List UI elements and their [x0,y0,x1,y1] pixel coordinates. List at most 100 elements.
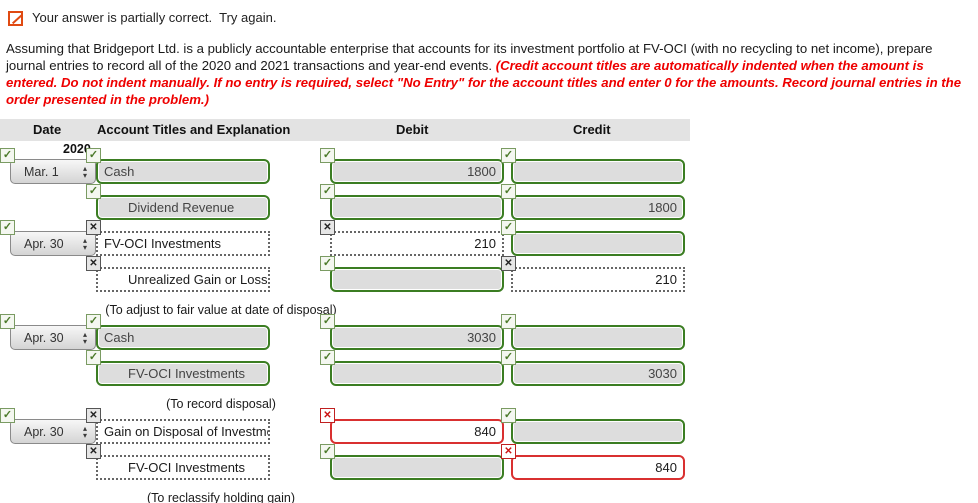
journal-entry-0: ✓ Mar. 1 ▴ ▾ ✓ Cash ✓ 1800 ✓ ✓ Dividend Revenue ✓ ✓ 1… [0,148,978,231]
debit-amount-input-2-0[interactable]: ✓ 3030 [320,314,504,350]
journal-line: ✕ Unrealized Gain or Loss ✓ ✕ 210 [0,256,978,303]
account-title-input-1-0[interactable]: ✕ FV-OCI Investments [86,220,270,256]
incorrect-cross-icon: ✕ [501,444,516,459]
account-title-input-3-0-value: Gain on Disposal of Investment [104,424,268,439]
debit-amount-input-0-0[interactable]: ✓ 1800 [320,148,504,184]
date-select-1[interactable]: ✓ Apr. 30 ▴ ▾ [0,220,96,256]
journal-line: ✓ Apr. 30 ▴ ▾ ✕ Gain on Disposal of Investmen… [0,408,978,455]
account-title-input-0-0[interactable]: ✓ Cash [86,148,270,184]
chevron-updown-icon[interactable]: ▴ ▾ [83,236,87,251]
correct-check-icon: ✓ [320,314,335,329]
journal-entry-1: ✓ Apr. 30 ▴ ▾ ✕ FV-OCI Investments ✕ 210 ✓ ✕ Unrea… [0,220,978,325]
correct-check-icon: ✓ [501,314,516,329]
debit-amount-input-3-0-value: 840 [474,424,496,439]
column-header-debit: Debit [396,122,429,137]
date-select-2[interactable]: ✓ Apr. 30 ▴ ▾ [0,314,96,350]
account-title-input-3-0[interactable]: ✕ Gain on Disposal of Investment [86,408,270,444]
correct-check-icon: ✓ [0,220,15,235]
status-message: Your answer is partially correct. Try ag… [32,10,277,25]
correct-check-icon: ✓ [0,314,15,329]
problem-statement: Assuming that Bridgeport Ltd. is a publi… [0,30,978,108]
incorrect-cross-icon: ✕ [320,408,335,423]
correct-check-icon: ✓ [0,408,15,423]
date-select-3[interactable]: ✓ Apr. 30 ▴ ▾ [0,408,96,444]
account-title-input-2-1[interactable]: ✓ FV-OCI Investments [86,350,270,386]
debit-amount-input-1-0-value: 210 [474,236,496,251]
credit-amount-input-2-1-value: 3030 [648,366,677,381]
credit-amount-input-1-0[interactable]: ✓ [501,220,685,256]
date-select-value-1: Apr. 30 [24,236,64,251]
account-title-input-1-1[interactable]: ✕ Unrealized Gain or Loss [86,256,270,292]
account-title-input-1-0-value: FV-OCI Investments [104,236,222,251]
neutral-cross-icon: ✕ [320,220,335,235]
debit-amount-input-3-1[interactable]: ✓ [320,444,504,480]
journal-line: ✓ Apr. 30 ▴ ▾ ✕ FV-OCI Investments ✕ 210 ✓ [0,220,978,267]
entry-explanation-text: (To reclassify holding gain) [147,491,295,503]
debit-amount-input-3-0[interactable]: ✕ 840 [320,408,504,444]
correct-check-icon: ✓ [501,350,516,365]
journal-entry-table: Date Account Titles and Explanation Debi… [0,119,978,503]
credit-amount-input-0-0[interactable]: ✓ [501,148,685,184]
correct-check-icon: ✓ [501,148,516,163]
debit-amount-input-1-1[interactable]: ✓ [320,256,504,292]
status-banner: Your answer is partially correct. Try ag… [0,0,978,30]
credit-amount-input-3-1[interactable]: ✕ 840 [501,444,685,480]
chevron-updown-icon[interactable]: ▴ ▾ [83,424,87,439]
debit-amount-input-0-0-value: 1800 [467,164,496,179]
account-title-input-1-1-value: Unrealized Gain or Loss [128,272,268,287]
credit-amount-input-2-1[interactable]: ✓ 3030 [501,350,685,386]
entry-explanation: (To adjust to fair value at date of disp… [0,303,978,325]
neutral-cross-icon: ✕ [501,256,516,271]
account-title-input-0-1[interactable]: ✓ Dividend Revenue [86,184,270,220]
entry-explanation: (To reclassify holding gain) [0,491,978,503]
neutral-cross-icon: ✕ [86,408,101,423]
credit-amount-input-3-0[interactable]: ✓ [501,408,685,444]
entry-explanation-text: (To record disposal) [166,397,276,411]
debit-amount-input-0-1[interactable]: ✓ [320,184,504,220]
journal-line: ✓ Apr. 30 ▴ ▾ ✓ Cash ✓ 3030 ✓ [0,314,978,361]
debit-amount-input-2-0-value: 3030 [467,330,496,345]
correct-check-icon: ✓ [86,314,101,329]
credit-amount-input-0-1-value: 1800 [648,200,677,215]
correct-check-icon: ✓ [86,148,101,163]
debit-amount-input-1-0[interactable]: ✕ 210 [320,220,504,256]
column-header-credit: Credit [573,122,611,137]
journal-line: ✕ FV-OCI Investments ✓ ✕ 840 [0,444,978,491]
journal-entry-2: ✓ Apr. 30 ▴ ▾ ✓ Cash ✓ 3030 ✓ ✓ FV-OCI Investments… [0,314,978,419]
chevron-updown-icon[interactable]: ▴ ▾ [83,330,87,345]
correct-check-icon: ✓ [320,444,335,459]
credit-amount-input-1-1[interactable]: ✕ 210 [501,256,685,292]
correct-check-icon: ✓ [320,148,335,163]
correct-check-icon: ✓ [0,148,15,163]
account-title-input-3-1-value: FV-OCI Investments [128,460,246,475]
correct-check-icon: ✓ [86,350,101,365]
credit-amount-input-0-1[interactable]: ✓ 1800 [501,184,685,220]
date-select-value-0: Mar. 1 [24,164,59,179]
credit-amount-input-2-0[interactable]: ✓ [501,314,685,350]
correct-check-icon: ✓ [320,184,335,199]
account-title-input-2-0-value: Cash [104,330,135,345]
journal-entries-list: ✓ Mar. 1 ▴ ▾ ✓ Cash ✓ 1800 ✓ ✓ Dividend Revenue ✓ ✓ 1… [0,148,978,503]
neutral-cross-icon: ✕ [86,220,101,235]
credit-amount-input-1-1-value: 210 [655,272,677,287]
chevron-updown-icon[interactable]: ▴ ▾ [83,164,87,179]
debit-amount-input-2-1[interactable]: ✓ [320,350,504,386]
account-title-input-3-1[interactable]: ✕ FV-OCI Investments [86,444,270,480]
journal-line: ✓ Dividend Revenue ✓ ✓ 1800 [0,184,978,231]
journal-line: ✓ FV-OCI Investments ✓ ✓ 3030 [0,350,978,397]
correct-check-icon: ✓ [501,220,516,235]
correct-check-icon: ✓ [86,184,101,199]
date-select-0[interactable]: ✓ Mar. 1 ▴ ▾ [0,148,96,184]
correct-check-icon: ✓ [320,256,335,271]
partially-correct-icon [8,11,23,26]
correct-check-icon: ✓ [501,408,516,423]
table-header-row: Date Account Titles and Explanation Debi… [0,119,690,141]
neutral-cross-icon: ✕ [86,256,101,271]
journal-line: ✓ Mar. 1 ▴ ▾ ✓ Cash ✓ 1800 ✓ [0,148,978,195]
account-title-input-0-1-value: Dividend Revenue [128,200,235,215]
date-select-value-2: Apr. 30 [24,330,64,345]
correct-check-icon: ✓ [501,184,516,199]
account-title-input-2-0[interactable]: ✓ Cash [86,314,270,350]
account-title-input-0-0-value: Cash [104,164,135,179]
entry-explanation-text: (To adjust to fair value at date of disp… [105,303,337,317]
